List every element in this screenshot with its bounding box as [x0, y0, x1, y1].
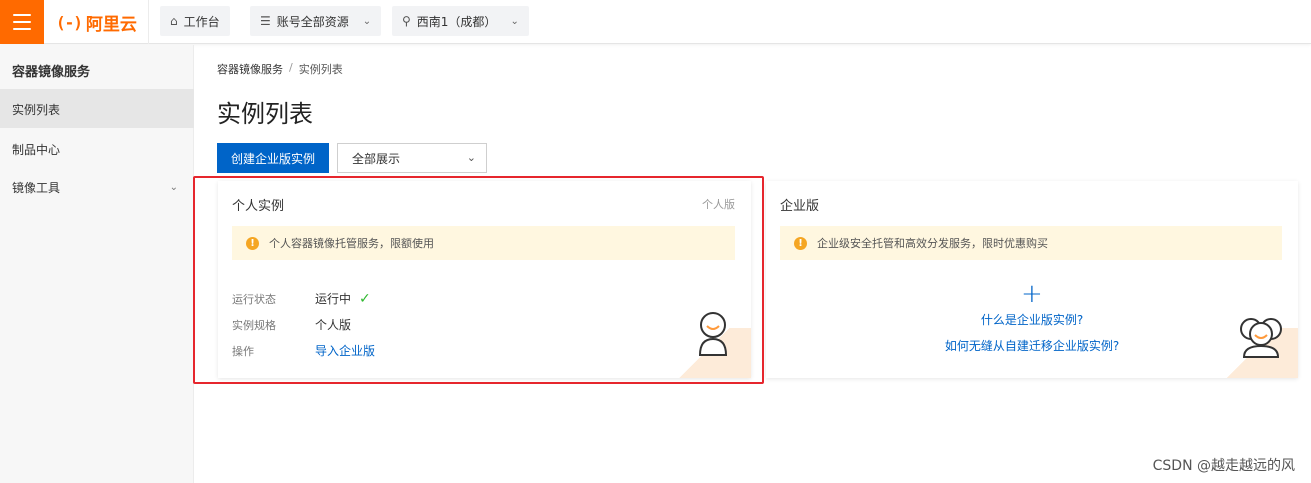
- chevron-down-icon: ⌄: [466, 151, 476, 164]
- region-dropdown[interactable]: ⚲ 西南1（成都） ⌄: [392, 6, 529, 36]
- chevron-down-icon: ⌄: [362, 15, 372, 27]
- spec-value: 个人版: [315, 318, 352, 332]
- instance-filter-select[interactable]: 全部展示 ⌄: [337, 143, 487, 173]
- check-icon: ✓: [359, 290, 371, 307]
- chevron-down-icon: ⌄: [510, 15, 519, 27]
- resource-list-icon: ☰: [260, 14, 271, 28]
- aliyun-logo[interactable]: (-) 阿里云: [56, 10, 137, 35]
- card-title: 个人实例: [232, 199, 285, 214]
- warning-icon: !: [794, 236, 807, 250]
- watermark: CSDN @越走越远的风: [1152, 458, 1295, 474]
- home-icon: ⌂: [170, 14, 178, 28]
- edition-tag: 个人版: [702, 198, 735, 211]
- workbench-label: 工作台: [183, 14, 220, 29]
- notice-banner: ! 个人容器镜像托管服务，限额使用: [232, 226, 735, 260]
- resource-scope-dropdown[interactable]: ☰ 账号全部资源 ⌄: [250, 6, 382, 36]
- create-enterprise-instance-button[interactable]: 创建企业版实例: [217, 143, 329, 173]
- logo-mark: (-): [56, 12, 83, 32]
- user-avatar-icon: [698, 312, 728, 356]
- breadcrumb-root[interactable]: 容器镜像服务: [217, 61, 283, 77]
- status-label: 运行状态: [232, 293, 276, 306]
- add-instance-plus-icon[interactable]: +: [1021, 281, 1043, 307]
- sidebar-item-label: 实例列表: [12, 102, 61, 117]
- personal-instance-card[interactable]: 个人实例 个人版 ! 个人容器镜像托管服务，限额使用 运行状态 运行中 ✓ 实例…: [218, 181, 751, 378]
- region-label: 西南1（成都）: [416, 14, 497, 29]
- warning-icon: !: [246, 236, 259, 250]
- breadcrumb-separator: /: [289, 61, 293, 74]
- location-pin-icon: ⚲: [402, 14, 411, 28]
- chevron-down-icon: ⌄: [169, 181, 178, 193]
- top-navigation-bar: (-) 阿里云 ⌂ 工作台 ☰ 账号全部资源 ⌄ ⚲ 西南1（成都） ⌄: [0, 0, 1311, 44]
- sidebar-item-instances[interactable]: 实例列表: [0, 90, 194, 128]
- sidebar: 容器镜像服务 实例列表 制品中心 镜像工具 ⌄: [0, 45, 194, 483]
- status-text: 运行中: [315, 292, 352, 306]
- notice-text: 企业级安全托管和高效分发服务，限时优惠购买: [817, 237, 1048, 250]
- divider: [148, 0, 149, 44]
- filter-selected-value: 全部展示: [352, 151, 401, 166]
- team-avatar-icon: [1240, 318, 1282, 358]
- resource-scope-label: 账号全部资源: [276, 14, 349, 29]
- breadcrumb-current: 实例列表: [298, 63, 343, 76]
- enterprise-instance-card[interactable]: 企业版 ! 企业级安全托管和高效分发服务，限时优惠购买 + 什么是企业版实例? …: [766, 181, 1298, 378]
- card-title: 企业版: [780, 199, 820, 214]
- import-to-enterprise-link[interactable]: 导入企业版: [315, 342, 375, 359]
- what-is-enterprise-link[interactable]: 什么是企业版实例?: [766, 311, 1298, 328]
- sidebar-item-label: 制品中心: [12, 142, 61, 157]
- workbench-button[interactable]: ⌂ 工作台: [160, 6, 230, 36]
- sidebar-item-artifact-center[interactable]: 制品中心: [0, 130, 194, 168]
- sidebar-item-image-tools[interactable]: 镜像工具 ⌄: [0, 168, 194, 206]
- spec-label: 实例规格: [232, 319, 276, 332]
- notice-banner: ! 企业级安全托管和高效分发服务，限时优惠购买: [780, 226, 1282, 260]
- hamburger-menu-icon[interactable]: [0, 0, 44, 44]
- notice-text: 个人容器镜像托管服务，限额使用: [269, 237, 434, 250]
- sidebar-item-label: 镜像工具: [12, 180, 61, 195]
- logo-text: 阿里云: [85, 14, 137, 35]
- status-value: 运行中 ✓: [315, 290, 371, 307]
- breadcrumb: 容器镜像服务 / 实例列表: [217, 61, 343, 77]
- action-label: 操作: [232, 345, 254, 358]
- page-title: 实例列表: [217, 100, 313, 128]
- sidebar-title: 容器镜像服务: [12, 65, 91, 80]
